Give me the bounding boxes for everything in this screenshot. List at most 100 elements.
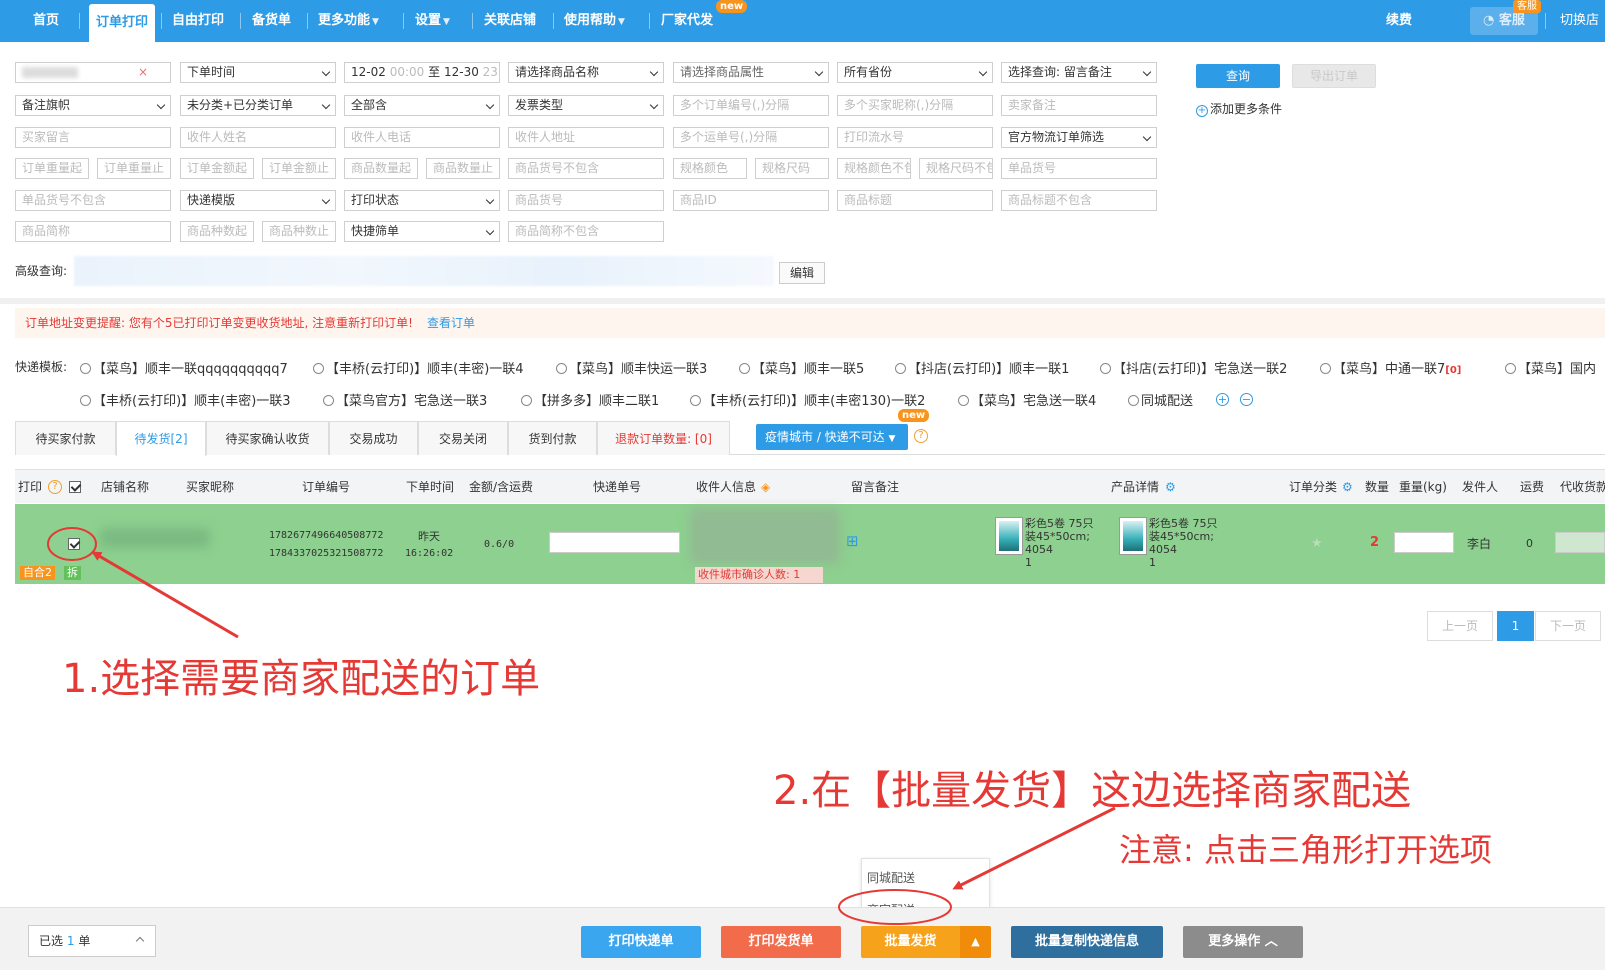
row-checkbox[interactable]	[68, 538, 80, 551]
quick-filter-select[interactable]: 快捷筛单	[344, 221, 500, 242]
tab-trade-closed[interactable]: 交易关闭	[418, 421, 508, 455]
nav-free-print[interactable]: 自由打印	[172, 0, 224, 42]
nav-help[interactable]: 使用帮助 ▼	[564, 0, 625, 42]
tab-trade-success[interactable]: 交易成功	[329, 421, 418, 455]
template-option[interactable]: 【抖店(云打印)】顺丰一联1	[895, 358, 1069, 377]
remove-template-icon[interactable]: −	[1240, 393, 1253, 406]
page-1-button[interactable]: 1	[1497, 611, 1534, 641]
spec-size-input[interactable]: 规格尺码	[755, 158, 829, 179]
template-option[interactable]: 【丰桥(云打印)】顺丰(丰密)一联3	[80, 390, 291, 409]
spec-color-input[interactable]: 规格颜色	[673, 158, 747, 179]
template-option[interactable]: 【菜鸟】中通一联7[0]	[1320, 358, 1461, 377]
nav-renew[interactable]: 续费	[1386, 0, 1412, 42]
buyer-message-input[interactable]: 买家留言	[15, 127, 171, 148]
option-same-city-delivery[interactable]: 同城配送	[867, 869, 915, 886]
amount-from-input[interactable]: 订单金额起	[180, 158, 254, 179]
template-option[interactable]: 同城配送	[1128, 390, 1193, 409]
template-option[interactable]: 【菜鸟】顺丰一联qqqqqqqqqq7	[80, 358, 288, 377]
template-option[interactable]: 【菜鸟】宅急送一联4	[958, 390, 1096, 409]
template-option[interactable]: 【拼多多】顺丰二联1	[521, 390, 659, 409]
product-name-select[interactable]: 请选择商品名称	[508, 62, 664, 83]
nav-settings[interactable]: 设置 ▼	[415, 0, 450, 42]
order-ids-input[interactable]: 多个订单编号(,)分隔	[673, 95, 829, 116]
print-status-select[interactable]: 打印状态	[344, 190, 500, 211]
tab-awaiting-payment[interactable]: 待买家付款	[15, 421, 116, 455]
amount-to-input[interactable]: 订单金额止	[262, 158, 336, 179]
weight-input[interactable]	[1394, 532, 1454, 553]
order-time-select[interactable]: 下单时间	[180, 62, 336, 83]
waybill-nos-input[interactable]: 多个运单号(,)分隔	[673, 127, 829, 148]
order-no-1[interactable]: 1782677496640508772	[269, 530, 383, 541]
receiver-address-input[interactable]: 收件人地址	[508, 127, 664, 148]
single-sku-input[interactable]: 单品货号	[1001, 158, 1157, 179]
weight-from-input[interactable]: 订单重量起	[15, 158, 89, 179]
receiver-phone-input[interactable]: 收件人电话	[344, 127, 500, 148]
prev-page-button[interactable]: 上一页	[1427, 611, 1493, 641]
product-sku-input[interactable]: 商品货号	[508, 190, 664, 211]
product-title-input[interactable]: 商品标题	[837, 190, 993, 211]
batch-ship-button[interactable]: 批量发货	[861, 926, 960, 958]
cod-input[interactable]	[1555, 532, 1605, 553]
help-icon[interactable]: ?	[48, 480, 62, 494]
store-select[interactable]: ×	[15, 62, 171, 83]
kinds-from-input[interactable]: 商品种数起	[180, 221, 254, 242]
seller-remark-input[interactable]: 卖家备注	[1001, 95, 1157, 116]
order-no-2[interactable]: 1784337025321508772	[269, 548, 383, 559]
epidemic-city-button[interactable]: 疫情城市 / 快递不可达 ▼	[756, 424, 908, 450]
nav-factory-dropship[interactable]: 厂家代发	[661, 0, 713, 42]
select-all-checkbox[interactable]	[69, 470, 81, 504]
date-range-input[interactable]: 12-02 00:00 至 12-30 23:59	[344, 62, 500, 83]
tab-cash-on-delivery[interactable]: 货到付款	[508, 421, 597, 455]
nav-order-print[interactable]: 订单打印	[89, 4, 155, 42]
contains-select[interactable]: 全部含	[344, 95, 500, 116]
clear-icon[interactable]: ×	[138, 63, 148, 82]
single-sku-exclude-input[interactable]: 单品货号不包含	[15, 190, 171, 211]
receiver-name-input[interactable]: 收件人姓名	[180, 127, 336, 148]
nav-home[interactable]: 首页	[33, 0, 59, 42]
waybill-input[interactable]	[549, 532, 680, 553]
kinds-to-input[interactable]: 商品种数止	[262, 221, 336, 242]
print-express-button[interactable]: 打印快递单	[581, 926, 701, 958]
batch-ship-triangle-button[interactable]: ▲	[960, 926, 991, 958]
selected-count-box[interactable]: 已选 1 单	[28, 925, 156, 957]
print-serial-input[interactable]: 打印流水号	[837, 127, 993, 148]
express-template-select[interactable]: 快递模版	[180, 190, 336, 211]
star-icon[interactable]: ★	[1311, 536, 1323, 551]
tab-refund-orders[interactable]: 退款订单数量: [0]	[597, 421, 730, 455]
province-select[interactable]: 所有省份	[837, 62, 993, 83]
template-option[interactable]: 【菜鸟】顺丰快运一联3	[556, 358, 707, 377]
nav-switch-store[interactable]: 切换店	[1560, 0, 1599, 42]
next-page-button[interactable]: 下一页	[1535, 611, 1601, 641]
invoice-type-select[interactable]: 发票类型	[508, 95, 664, 116]
view-orders-link[interactable]: 查看订单	[427, 316, 475, 330]
category-select[interactable]: 未分类+已分类订单	[180, 95, 336, 116]
qty-from-input[interactable]: 商品数量起	[344, 158, 418, 179]
template-option[interactable]: 【丰桥(云打印)】顺丰(丰密130)一联2	[690, 390, 925, 409]
export-orders-button[interactable]: 导出订单	[1292, 64, 1376, 88]
product-short-input[interactable]: 商品简称	[15, 221, 171, 242]
query-button[interactable]: 查询	[1196, 64, 1280, 88]
advanced-query-conditions[interactable]	[74, 256, 774, 286]
spec-color-exclude-input[interactable]: 规格颜色不包	[837, 158, 911, 179]
weight-to-input[interactable]: 订单重量止	[97, 158, 171, 179]
more-ops-button[interactable]: 更多操作 ︿	[1183, 926, 1303, 958]
tab-awaiting-receipt[interactable]: 待买家确认收货	[206, 421, 329, 455]
batch-copy-express-button[interactable]: 批量复制快递信息	[1011, 926, 1163, 958]
edit-advanced-button[interactable]: 编辑	[779, 262, 825, 284]
nav-linked-stores[interactable]: 关联店铺	[484, 0, 536, 42]
help-icon[interactable]: ?	[914, 429, 928, 443]
print-invoice-button[interactable]: 打印发货单	[721, 926, 841, 958]
official-logistics-select[interactable]: 官方物流订单筛选	[1001, 127, 1157, 148]
nav-more-features[interactable]: 更多功能 ▼	[318, 0, 379, 42]
spec-size-exclude-input[interactable]: 规格尺码不包	[919, 158, 993, 179]
tab-awaiting-shipment[interactable]: 待发货[2]	[116, 421, 206, 456]
template-option[interactable]: 【菜鸟】顺丰一联5	[739, 358, 864, 377]
template-option[interactable]: 【丰桥(云打印)】顺丰(丰密)一联4	[313, 358, 524, 377]
add-template-icon[interactable]: +	[1216, 393, 1229, 406]
product-title-exclude-input[interactable]: 商品标题不包含	[1001, 190, 1157, 211]
template-option[interactable]: 【菜鸟】国内	[1505, 358, 1596, 377]
select-query-select[interactable]: 选择查询: 留言备注	[1001, 62, 1157, 83]
gear-icon[interactable]: ⚙	[1342, 470, 1353, 504]
remark-flag-select[interactable]: 备注旗帜	[15, 95, 171, 116]
product-attr-select[interactable]: 请选择商品属性	[673, 62, 829, 83]
